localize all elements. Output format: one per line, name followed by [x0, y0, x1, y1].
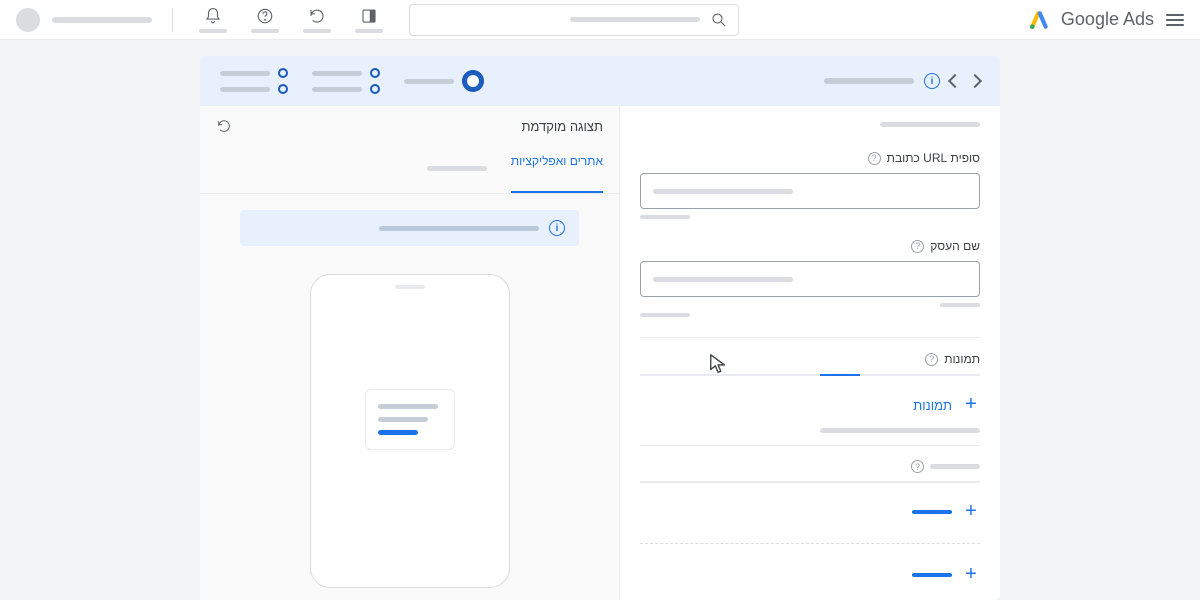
url-suffix-field: סופית URL כתובת ? [640, 151, 980, 219]
preview-info-banner: i [240, 210, 579, 246]
google-ads-logo-icon [1029, 10, 1049, 30]
preview-title: תצוגה מוקדמת [522, 119, 604, 134]
info-icon[interactable]: i [924, 73, 940, 89]
step-group-1 [220, 68, 288, 94]
campaign-name-placeholder [824, 78, 914, 84]
menu-button[interactable] [1166, 11, 1184, 29]
main-content: תצוגה מוקדמת אתרים ואפליקציות i סופית UR… [200, 106, 1000, 600]
url-suffix-input[interactable] [640, 173, 980, 209]
business-name-input[interactable] [640, 261, 980, 297]
step-dot[interactable] [370, 84, 380, 94]
preview-tabs: אתרים ואפליקציות [200, 146, 619, 194]
add-item-button[interactable]: + [640, 495, 980, 529]
refresh-icon [308, 7, 326, 25]
add-images-label: תמונות [913, 398, 952, 413]
notifications-button[interactable] [193, 7, 233, 33]
step-dot[interactable] [370, 68, 380, 78]
tab-websites-apps[interactable]: אתרים ואפליקציות [511, 146, 603, 193]
url-suffix-label: סופית URL כתובת [887, 151, 980, 165]
business-name-label: שם העסק [930, 239, 980, 253]
phone-preview-mock [310, 274, 510, 588]
help-icon[interactable]: ? [911, 460, 924, 473]
preview-pane: תצוגה מוקדמת אתרים ואפליקציות i [200, 106, 620, 600]
plus-icon: + [962, 396, 980, 414]
step-group-2 [312, 68, 380, 94]
images-section-header: תמונות ? [640, 352, 980, 366]
business-name-field: שם העסק ? [640, 239, 980, 317]
help-icon[interactable]: ? [868, 152, 881, 165]
search-placeholder [570, 17, 700, 22]
ad-preview-card [365, 389, 455, 450]
search-bar[interactable] [409, 4, 739, 36]
avatar[interactable] [16, 8, 40, 32]
top-header: Google Ads [0, 0, 1200, 40]
reports-button[interactable] [349, 7, 389, 33]
section-header: ? [640, 460, 980, 473]
add-images-button[interactable]: + תמונות [640, 388, 980, 422]
help-icon[interactable]: ? [925, 353, 938, 366]
help-icon[interactable]: ? [911, 240, 924, 253]
account-name-placeholder [52, 17, 152, 23]
plus-icon: + [962, 566, 980, 584]
header-right: Google Ads [1029, 9, 1184, 30]
form-pane: סופית URL כתובת ? שם העסק ? תמונות ? [620, 106, 1000, 600]
images-progress [640, 374, 980, 376]
help-button[interactable] [245, 7, 285, 33]
current-step-indicator [462, 70, 484, 92]
report-icon [360, 7, 378, 25]
campaign-stepper: i [200, 56, 1000, 106]
info-icon: i [549, 220, 565, 236]
ad-group-placeholder [880, 122, 980, 127]
step-dot[interactable] [278, 84, 288, 94]
divider [172, 8, 173, 32]
refresh-button[interactable] [297, 7, 337, 33]
step-dot[interactable] [278, 68, 288, 78]
images-label: תמונות [944, 352, 980, 366]
next-step-button[interactable] [968, 74, 982, 88]
header-left [16, 4, 739, 36]
step-current [404, 70, 484, 92]
refresh-preview-button[interactable] [216, 118, 232, 134]
prev-step-button[interactable] [948, 74, 962, 88]
plus-icon: + [962, 503, 980, 521]
help-circle-icon [256, 7, 274, 25]
tab-placeholder[interactable] [427, 146, 487, 193]
search-icon [710, 11, 728, 29]
add-item-button[interactable]: + [640, 558, 980, 592]
brand-text: Google Ads [1061, 9, 1154, 30]
bell-icon [204, 7, 222, 25]
